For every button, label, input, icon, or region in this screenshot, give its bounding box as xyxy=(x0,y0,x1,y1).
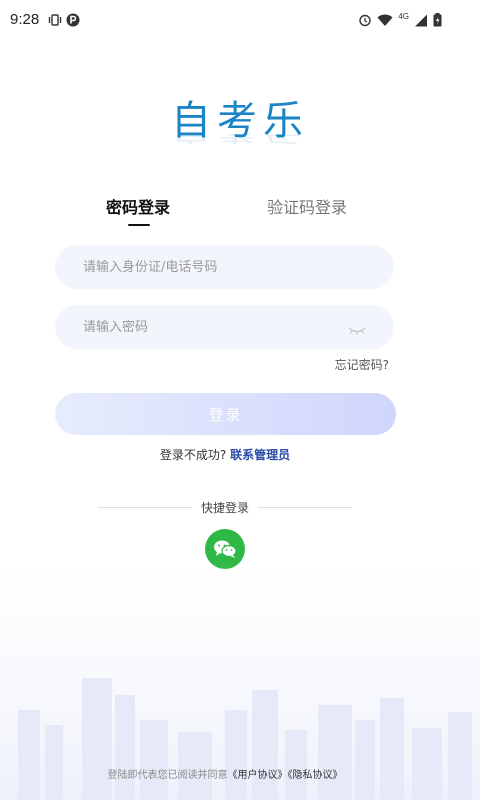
id-field-container xyxy=(55,245,394,289)
background-skyline xyxy=(0,560,480,800)
contact-admin-link[interactable]: 联系管理员 xyxy=(230,448,290,462)
privacy-policy-link[interactable]: 《隐私协议》 xyxy=(288,770,343,781)
signal-icon xyxy=(414,12,428,31)
parking-icon xyxy=(66,12,80,31)
user-agreement-link[interactable]: 《用户协议》 xyxy=(228,770,288,781)
eye-closed-icon[interactable] xyxy=(348,321,366,340)
network-type: 4G xyxy=(398,12,409,21)
password-input[interactable] xyxy=(83,305,343,349)
status-bar: 9:28 4G xyxy=(0,0,480,40)
forgot-password-link[interactable]: 忘记密码? xyxy=(335,356,389,373)
active-tab-indicator xyxy=(128,224,150,226)
divider-line-left xyxy=(98,506,192,508)
status-left-icons xyxy=(48,12,80,31)
login-help-row: 登录不成功? 联系管理员 xyxy=(0,446,450,463)
tab-password-login[interactable]: 密码登录 xyxy=(106,194,170,218)
wifi-icon xyxy=(377,12,393,31)
vibrate-icon xyxy=(48,12,62,31)
battery-icon xyxy=(433,12,442,31)
agreement-prefix: 登陆即代表您已阅读并同意 xyxy=(107,770,228,781)
id-phone-input[interactable] xyxy=(83,245,343,289)
login-button[interactable]: 登录 xyxy=(55,393,396,435)
login-tabs: 密码登录 验证码登录 xyxy=(0,194,480,234)
quick-login-label: 快捷登录 xyxy=(201,500,250,515)
app-logo: 自考乐 自考乐 xyxy=(0,88,480,164)
status-time: 9:28 xyxy=(10,11,40,28)
quick-login-divider: 快捷登录 xyxy=(98,500,353,515)
divider-line-right xyxy=(258,506,353,508)
agreement-row: 登陆即代表您已阅读并同意《用户协议》《隐私协议》 xyxy=(0,766,450,781)
alarm-icon xyxy=(358,12,372,31)
tab-code-login[interactable]: 验证码登录 xyxy=(267,194,347,218)
password-field-container xyxy=(55,305,394,349)
status-right-icons: 4G xyxy=(358,12,442,31)
login-fail-text: 登录不成功? xyxy=(159,448,227,462)
logo-reflection: 自考乐 xyxy=(0,134,480,144)
